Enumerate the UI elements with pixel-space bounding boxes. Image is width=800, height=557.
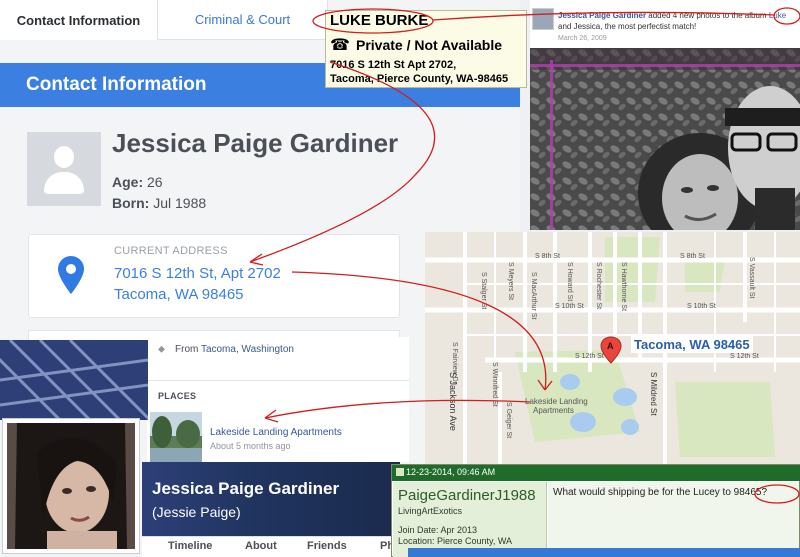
from-location-link[interactable]: Tacoma, Washington <box>201 344 294 355</box>
street-label: S Stalger St <box>480 272 487 309</box>
map-place-label: Apartments <box>533 406 574 415</box>
forum-join-date: Join Date: Apr 2013 <box>398 525 478 535</box>
tab-criminal-court[interactable]: Criminal & Court <box>158 0 328 40</box>
tab-friends[interactable]: Friends <box>307 540 347 552</box>
facebook-nickname: (Jessie Paige) <box>152 504 241 520</box>
street-label: S Jackson Ave <box>448 372 458 431</box>
post-icon <box>396 468 404 476</box>
street-label: S MacArthur St <box>530 272 537 320</box>
forum-username[interactable]: PaigeGardinerJ1988 <box>398 487 536 504</box>
age-row: Age: 26 <box>112 174 163 190</box>
post-text-body: added 4 new photos to the album <box>646 11 769 20</box>
street-label: S Mildred St <box>649 372 658 416</box>
age-label: Age: <box>112 174 144 190</box>
street-label: S 12th St <box>575 353 604 360</box>
couple-photo[interactable] <box>530 48 800 230</box>
tooltip-address-line1: 7016 S 12th St Apt 2702, <box>330 59 457 71</box>
street-label: S Vassault St <box>748 257 755 299</box>
street-label: S 8th St <box>680 253 705 260</box>
map-city-label: Tacoma, WA 98465 <box>631 336 753 353</box>
tab-about[interactable]: About <box>245 540 277 552</box>
facebook-cover-banner <box>142 462 400 536</box>
post-date: March 26, 2009 <box>558 35 607 42</box>
current-address-label: CURRENT ADDRESS <box>114 245 228 257</box>
place-name-link[interactable]: Lakeside Landing Apartments <box>210 427 342 438</box>
facebook-cover-photo[interactable] <box>0 340 148 420</box>
street-label: S 8th St <box>535 253 560 260</box>
cover-photo-image <box>0 340 148 420</box>
tab-timeline[interactable]: Timeline <box>168 540 212 552</box>
avatar-placeholder-icon <box>27 132 101 206</box>
street-label: S Hawthorne St <box>620 262 627 311</box>
post-text: Jessica Paige Gardiner added 4 new photo… <box>558 10 798 32</box>
street-label: S Geiger St <box>505 402 512 438</box>
post-author[interactable]: Jessica Paige Gardiner <box>558 11 646 20</box>
location-pin-icon <box>58 256 84 294</box>
map-place-label: Lakeside Landing <box>525 397 588 406</box>
person-name: Jessica Paige Gardiner <box>112 128 399 158</box>
facebook-profile-picture[interactable] <box>2 418 140 554</box>
places-header: PLACES <box>158 391 197 401</box>
post-author-thumbnail <box>532 8 554 30</box>
facebook-profile-name[interactable]: Jessica Paige Gardiner <box>152 479 339 499</box>
tooltip-name: LUKE BURKE <box>330 12 429 29</box>
born-value: Jul 1988 <box>153 195 207 211</box>
forum-user-shop: LivingArtExotics <box>398 506 463 516</box>
divider <box>147 380 409 381</box>
profile-picture-image <box>7 423 135 549</box>
born-row: Born: Jul 1988 <box>112 195 206 211</box>
current-address-line1[interactable]: 7016 S 12th St, Apt 2702 <box>114 265 281 282</box>
forum-location: Location: Pierce County, WA <box>398 536 513 546</box>
facebook-from: From Tacoma, Washington <box>175 344 294 355</box>
forum-post-date: 12-23-2014, 09:46 AM <box>406 467 496 477</box>
street-label: S 10th St <box>687 303 716 310</box>
tooltip-phone: Private / Not Available <box>356 37 503 53</box>
born-label: Born: <box>112 195 150 211</box>
phone-icon: ☎ <box>330 37 350 54</box>
forum-footer-bar <box>408 548 800 557</box>
street-label: S Meyers St <box>507 262 514 300</box>
post-album-link[interactable]: Luke <box>769 11 786 20</box>
age-value: 26 <box>147 174 163 190</box>
street-label: S Rochester St <box>595 262 602 309</box>
current-address-line2[interactable]: Tacoma, WA 98465 <box>114 286 244 303</box>
from-prefix: From <box>175 344 201 355</box>
map-marker-letter: A <box>607 341 614 351</box>
street-label: S 10th St <box>555 303 584 310</box>
street-label: S 12th St <box>730 353 759 360</box>
tab-contact-information[interactable]: Contact Information <box>0 0 158 40</box>
tooltip-address-line2: Tacoma, Pierce County, WA-98465 <box>330 73 509 85</box>
couple-photo-image <box>530 48 800 230</box>
street-label: S Howard St <box>566 262 573 301</box>
place-time: About 5 months ago <box>210 441 291 451</box>
place-thumbnail[interactable] <box>150 412 202 462</box>
place-thumbnail-image <box>150 412 202 462</box>
street-label: S Winnifred St <box>491 362 498 407</box>
post-text-body-2: and Jessica, the most perfectist match! <box>558 22 697 31</box>
forum-message: What would shipping be for the Lucey to … <box>553 487 768 498</box>
location-marker-icon: ⬥ <box>158 344 165 355</box>
